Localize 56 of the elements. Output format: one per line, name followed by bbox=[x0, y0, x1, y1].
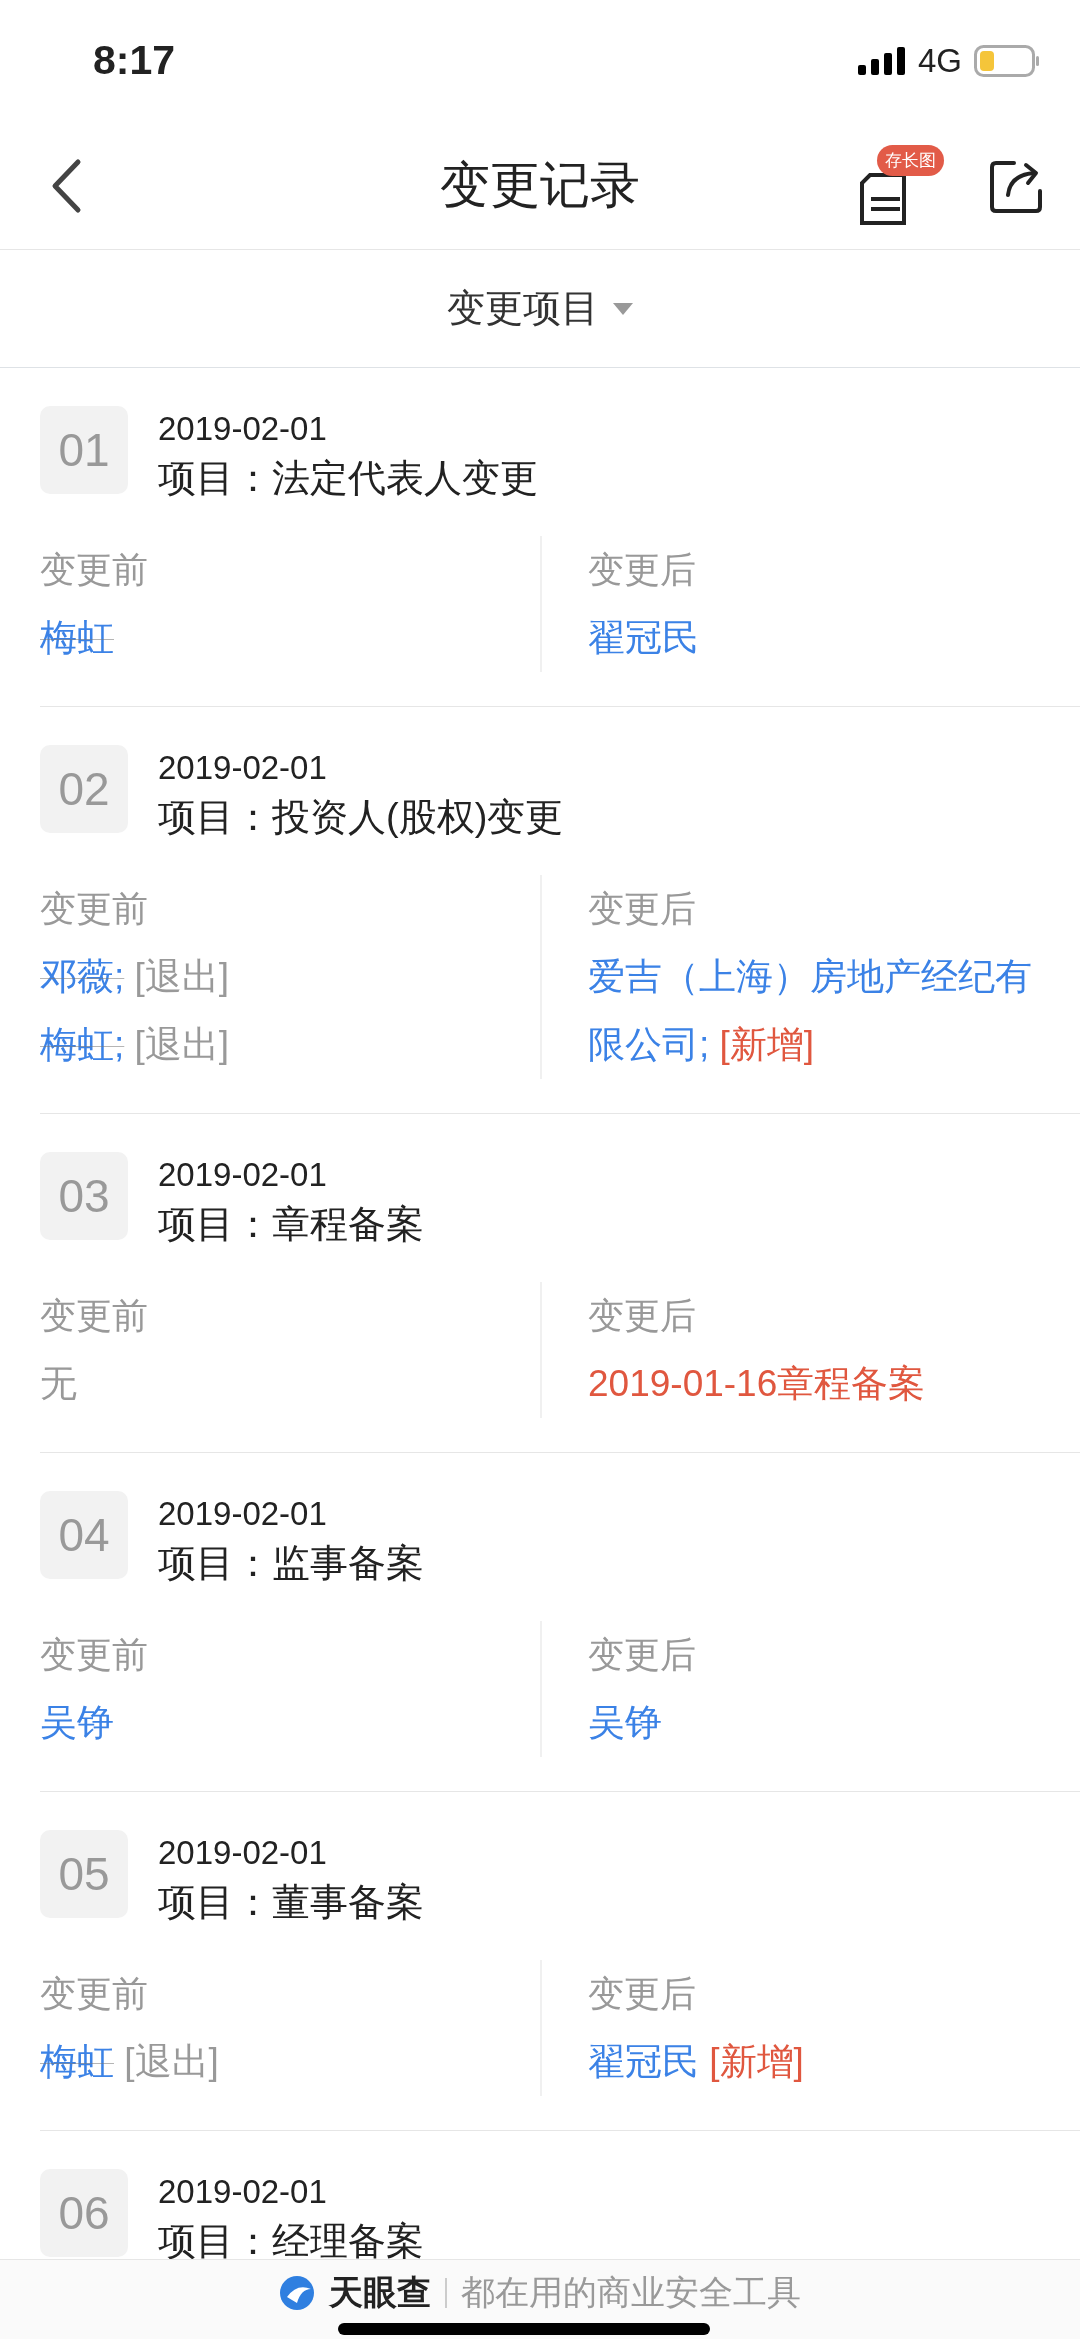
record-number: 06 bbox=[40, 2169, 128, 2257]
back-icon bbox=[50, 157, 82, 214]
record-title: 项目：董事备案 bbox=[158, 1880, 424, 1925]
column-label: 变更后 bbox=[588, 1294, 697, 1338]
record-number: 05 bbox=[40, 1830, 128, 1918]
record-date: 2019-02-01 bbox=[158, 2172, 328, 2212]
column-label: 变更前 bbox=[40, 887, 149, 931]
page-title: 变更记录 bbox=[440, 156, 640, 215]
record-date: 2019-02-01 bbox=[158, 1833, 328, 1873]
person-name: 翟冠民 bbox=[588, 617, 699, 658]
column-label: 变更后 bbox=[588, 548, 697, 592]
record-title: 项目：投资人(股权)变更 bbox=[158, 795, 564, 840]
person-name: 梅虹; bbox=[40, 1024, 125, 1065]
record-date: 2019-02-01 bbox=[158, 1494, 328, 1534]
column-label: 变更后 bbox=[588, 887, 697, 931]
status-tag: [退出] bbox=[124, 2041, 219, 2082]
value-text: 无 bbox=[40, 1363, 77, 1404]
slogan-text: 都在用的商业安全工具 bbox=[461, 2272, 801, 2313]
person-name: 梅虹 bbox=[40, 2041, 114, 2082]
brand-name: 天眼查 bbox=[329, 2272, 431, 2313]
column-label: 变更后 bbox=[588, 1972, 697, 2016]
column-label: 变更前 bbox=[40, 1633, 149, 1677]
column-label: 变更前 bbox=[40, 1294, 149, 1338]
record-title: 项目：监事备案 bbox=[158, 1541, 424, 1586]
change-value: 翟冠民 [新增] bbox=[588, 2040, 805, 2084]
status-time: 8:17 bbox=[93, 36, 176, 86]
record-number: 04 bbox=[40, 1491, 128, 1579]
record-number: 03 bbox=[40, 1152, 128, 1240]
record-date: 2019-02-01 bbox=[158, 409, 328, 449]
column-label: 变更后 bbox=[588, 1633, 697, 1677]
status-tag: [退出] bbox=[134, 1024, 230, 1065]
person-name: 梅虹 bbox=[40, 617, 114, 658]
person-name: 吴铮 bbox=[588, 1702, 662, 1743]
back-button[interactable] bbox=[50, 157, 82, 214]
record-date: 2019-02-01 bbox=[158, 748, 328, 788]
change-value: 爱吉（上海）房地产经纪有限公司; [新增] bbox=[588, 955, 1033, 1067]
caret-icon bbox=[613, 302, 633, 315]
record-number: 02 bbox=[40, 745, 128, 833]
record-title: 项目：法定代表人变更 bbox=[158, 456, 538, 501]
record-date: 2019-02-01 bbox=[158, 1155, 328, 1195]
status-tag: [退出] bbox=[134, 956, 230, 997]
person-name: 邓薇; bbox=[40, 956, 125, 997]
share-button[interactable] bbox=[990, 158, 1044, 213]
column-label: 变更前 bbox=[40, 548, 149, 592]
share-icon bbox=[990, 158, 1044, 213]
network-label: 4G bbox=[917, 41, 962, 82]
save-long-image-button[interactable]: 存长图 bbox=[860, 144, 944, 227]
logo-icon bbox=[279, 2274, 315, 2311]
status-tag: 2019-01-16章程备案 bbox=[588, 1363, 926, 1404]
record-number: 01 bbox=[40, 406, 128, 494]
filter-dropdown[interactable]: 变更项目 bbox=[0, 250, 1080, 368]
record-title: 项目：章程备案 bbox=[158, 1202, 424, 1247]
battery-icon bbox=[974, 45, 1040, 77]
column-label: 变更前 bbox=[40, 1972, 149, 2016]
person-name: 吴铮 bbox=[40, 1702, 114, 1743]
signal-icon bbox=[857, 47, 906, 75]
